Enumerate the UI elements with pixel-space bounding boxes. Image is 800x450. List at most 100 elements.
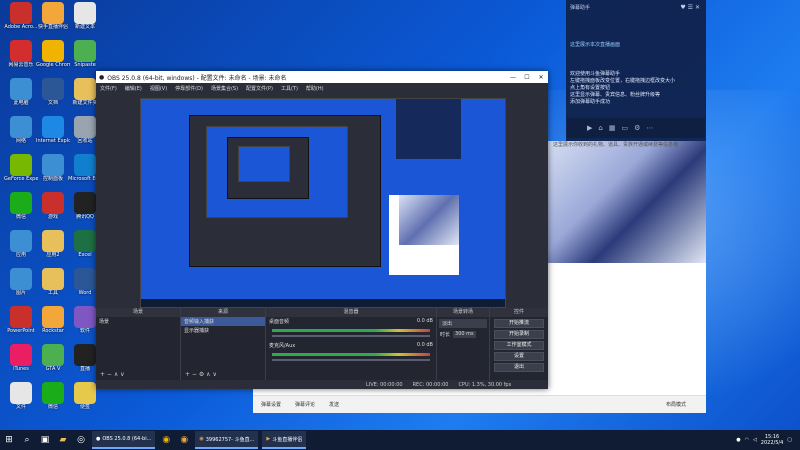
scene-item[interactable]: 场景 (96, 317, 180, 326)
toolbar-item-1[interactable]: 弹幕设置 (261, 401, 281, 408)
volume-icon[interactable]: ◁ (753, 437, 757, 443)
nvidia-glyph-icon (10, 154, 32, 176)
obs-title: OBS 25.0.8 (64-bit, windows) - 配置文件: 未命名… (107, 74, 287, 82)
volume-slider[interactable] (272, 335, 430, 337)
control-icon[interactable]: 控制面板 (36, 154, 70, 182)
windows-start-icon[interactable]: ⊞ (2, 433, 16, 447)
obs-window[interactable]: ● OBS 25.0.8 (64-bit, windows) - 配置文件: 未… (96, 71, 548, 389)
kuaishou-icon[interactable]: 快手直播伴侣 (36, 2, 70, 30)
netease-music-icon[interactable]: 网易云音乐 (4, 40, 38, 68)
qq-glyph-icon (74, 192, 96, 214)
menu-help[interactable]: 帮助(H) (306, 85, 324, 92)
desktop-icon-label: GTA V (45, 366, 61, 372)
system-tray: ● ◠ ◁ 15:16 2022/5/4 ▢ (736, 434, 800, 446)
transition-select[interactable]: 淡出 (439, 319, 487, 328)
taskbar-browser-label: 39962757- 斗鱼直... (205, 436, 255, 443)
audio-meter (272, 329, 430, 332)
menu-scene-collection[interactable]: 场景集合(S) (211, 85, 238, 92)
mixer-title: 混音器 (266, 308, 436, 317)
screenshot-icon[interactable]: Snipaste (68, 40, 102, 68)
chat-panel-controls[interactable]: ♥ ☰ ✕ (680, 4, 706, 11)
taskbar-browser[interactable]: ◉ 39962757- 斗鱼直... (195, 431, 259, 449)
chrome-icon[interactable]: Google Chrome (36, 40, 70, 68)
grid-icon[interactable]: ▦ (609, 124, 616, 132)
file-icon[interactable]: 文件 (4, 382, 38, 410)
studio-mode-button[interactable]: 工作室模式 (494, 341, 544, 350)
minimize-icon[interactable]: — (506, 74, 520, 81)
desktop-icon-label: 应用2 (46, 252, 60, 258)
app-icon[interactable]: 应用 (4, 230, 38, 258)
computer-icon[interactable]: 此电脑 (4, 78, 38, 106)
task-view-icon[interactable]: ▣ (38, 433, 52, 447)
itunes-icon[interactable]: iTunes (4, 344, 38, 372)
mic-icon[interactable]: ● (736, 437, 740, 443)
obs-titlebar[interactable]: ● OBS 25.0.8 (64-bit, windows) - 配置文件: 未… (96, 71, 548, 83)
maximize-icon[interactable]: ☐ (520, 74, 534, 81)
menu-tools[interactable]: 工具(T) (281, 85, 298, 92)
rockstar-icon[interactable]: Rockstar (36, 306, 70, 334)
network-icon[interactable]: 网络 (4, 116, 38, 144)
img-icon[interactable]: 图片 (4, 268, 38, 296)
menu-view[interactable]: 视图(V) (150, 85, 167, 92)
adobe-acrobat-icon[interactable]: Adobe Acro... (4, 2, 38, 30)
start-streaming-button[interactable]: 开始推流 (494, 319, 544, 328)
menu-profile[interactable]: 配置文件(P) (246, 85, 273, 92)
clock[interactable]: 15:16 2022/5/4 (761, 434, 783, 446)
settings-icon[interactable]: ⚙ (634, 124, 640, 132)
steam-icon[interactable]: ◎ (74, 433, 88, 447)
rec-status: REC: 00:00:00 (412, 381, 449, 388)
menu-file[interactable]: 文件(F) (100, 85, 117, 92)
menu-edit[interactable]: 编辑(E) (125, 85, 142, 92)
nvidia-icon[interactable]: GeForce Experience (4, 154, 38, 182)
source-item[interactable]: 音频输入捕获 (181, 317, 265, 326)
taskbar-obs[interactable]: ● OBS 25.0.8 (64-bi... (92, 431, 156, 449)
green-app-icon[interactable]: 微信 (36, 382, 70, 410)
obs-preview[interactable] (140, 98, 506, 308)
chrome-taskbar-icon[interactable]: ◉ (159, 433, 173, 447)
chat-panel-toolbar[interactable]: ▶ ⌂ ▦ ▭ ⚙ ⋯ (567, 118, 705, 138)
home-icon[interactable]: ⌂ (598, 124, 602, 132)
folder-icon[interactable]: ▭ (621, 124, 628, 132)
volume-slider[interactable] (272, 359, 430, 361)
ie-icon[interactable]: Internet Explorer (36, 116, 70, 144)
toolbar-item-3[interactable]: 发送 (329, 401, 339, 408)
more-icon[interactable]: ⋯ (646, 124, 653, 132)
wechat-glyph-icon (10, 192, 32, 214)
word-doc-icon[interactable]: 文档 (36, 78, 70, 106)
source-controls[interactable]: + − ⚙ ∧ ∨ (185, 371, 217, 378)
source-item[interactable]: 显示器捕获 (181, 326, 265, 335)
settings-button[interactable]: 设置 (494, 352, 544, 361)
sources-title: 来源 (181, 308, 265, 317)
play-icon[interactable]: ▶ (587, 124, 592, 132)
doc-icon[interactable]: 新建文本 (68, 2, 102, 30)
close-icon[interactable]: ✕ (534, 74, 548, 81)
notification-icon[interactable]: ▢ (787, 437, 792, 443)
excel-glyph-icon (74, 230, 96, 252)
ppt-icon[interactable]: PowerPoint (4, 306, 38, 334)
browser-taskbar-icon[interactable]: ◉ (177, 433, 191, 447)
chrome-glyph-icon (42, 40, 64, 62)
menu-docks[interactable]: 停靠部件(D) (175, 85, 203, 92)
preview-chat-panel (396, 99, 461, 159)
taskbar-live[interactable]: ▶ 斗鱼直播伴侣 (262, 431, 307, 449)
desktop-icon-label: Snipaste (74, 62, 96, 68)
wechat-icon[interactable]: 微信 (4, 192, 38, 220)
explorer-icon[interactable]: ▰ (56, 433, 70, 447)
gta-icon[interactable]: GTA V (36, 344, 70, 372)
note-glyph-icon (74, 382, 96, 404)
app2-icon[interactable]: 应用2 (36, 230, 70, 258)
duration-input[interactable]: 300 ms (453, 331, 476, 338)
wifi-icon[interactable]: ◠ (745, 437, 749, 443)
scene-controls[interactable]: + − ∧ ∨ (100, 371, 125, 378)
layout-mode[interactable]: 布局模式 (666, 401, 706, 408)
exit-button[interactable]: 退出 (494, 363, 544, 372)
start-recording-button[interactable]: 开始录制 (494, 330, 544, 339)
live-icon: ▶ (266, 436, 271, 442)
chat-message: 欢迎使用斗鱼弹幕助手 (570, 71, 621, 77)
tool-icon[interactable]: 工具 (36, 268, 70, 296)
toolbar-item-2[interactable]: 弹幕评论 (295, 401, 315, 408)
game-icon[interactable]: 游戏 (36, 192, 70, 220)
desktop-icon-label: Internet Explorer (36, 138, 70, 144)
track-name: 桌面音频 (269, 319, 290, 325)
search-icon[interactable]: ⌕ (20, 433, 34, 447)
